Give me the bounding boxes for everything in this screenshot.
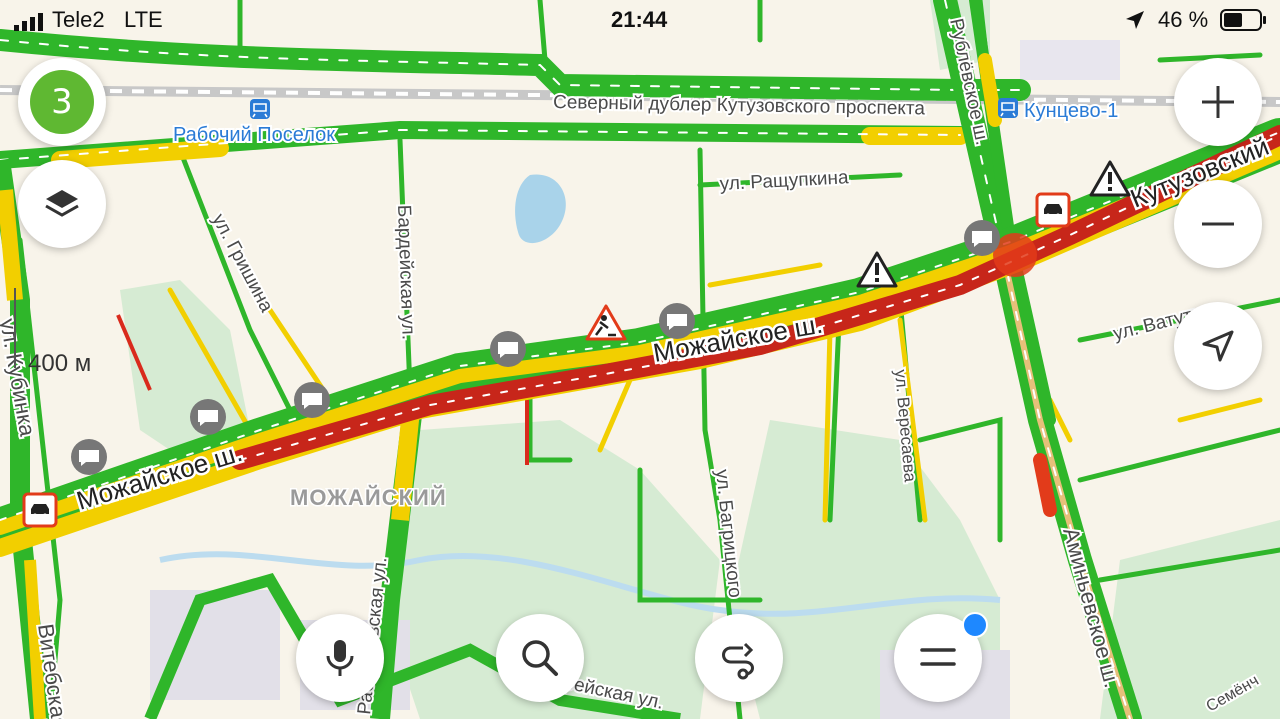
chat-bubble-icon[interactable] [294, 382, 330, 418]
layers-button[interactable] [18, 160, 106, 248]
my-location-button[interactable] [1174, 302, 1262, 390]
traffic-map[interactable]: Северный дублер Кутузовского проспекта Р… [0, 0, 1280, 719]
chat-bubble-icon[interactable] [964, 220, 1000, 256]
route-icon [722, 642, 754, 680]
label-district: МОЖАЙСКИЙ [290, 485, 447, 510]
carrier-name: Tele2 [52, 7, 105, 32]
network-type: LTE [124, 7, 163, 32]
traffic-score-button[interactable]: 3 [18, 58, 106, 146]
building [1020, 40, 1120, 80]
chat-bubble-icon[interactable] [659, 303, 695, 339]
location-arrow-icon [1124, 9, 1146, 37]
station-label: Рабочий Поселок [173, 124, 335, 146]
label-rashchupkina: ул. Ращупкина [719, 167, 849, 195]
notification-dot [962, 612, 988, 638]
layers-icon [45, 190, 79, 217]
station-label: Кунцево-1 [1024, 100, 1118, 122]
signal-icon [14, 11, 48, 37]
chat-bubble-icon[interactable] [490, 331, 526, 367]
vitebskaya-road [0, 158, 50, 719]
station-kuntsevo[interactable]: Кунцево-1 [998, 98, 1120, 124]
clock: 21:44 [611, 7, 668, 32]
zoom-out-button[interactable] [1174, 180, 1262, 268]
chat-bubble-icon[interactable] [190, 399, 226, 435]
label-grishina: ул. Гришина [208, 210, 277, 316]
status-bar: Tele2 LTE 21:44 46 % [0, 0, 1280, 40]
road-work-icon[interactable] [585, 304, 627, 341]
plus-icon [1202, 86, 1234, 118]
zoom-in-button[interactable] [1174, 58, 1262, 146]
accident-icon[interactable] [22, 492, 58, 528]
search-button[interactable] [496, 614, 584, 702]
search-icon [522, 640, 558, 676]
traffic-score: 3 [30, 70, 94, 134]
scale-label: 400 м [28, 350, 92, 377]
battery-percent: 46 % [1158, 7, 1209, 32]
route-button[interactable] [695, 614, 783, 702]
battery-icon [1220, 8, 1270, 38]
minus-icon [1202, 222, 1234, 226]
scale-bar [14, 288, 16, 368]
label-bardeyskaya: Бардейская ул. [393, 204, 419, 340]
accident-icon[interactable] [1035, 192, 1071, 228]
station-rabochiy[interactable]: Рабочий Поселок [171, 99, 337, 148]
microphone-icon [326, 640, 354, 676]
chat-bubble-icon[interactable] [71, 439, 107, 475]
pond [515, 174, 566, 244]
warning-icon[interactable] [1089, 160, 1131, 197]
menu-icon [920, 648, 956, 666]
navigation-arrow-icon [1202, 330, 1234, 362]
voice-button[interactable] [296, 614, 384, 702]
